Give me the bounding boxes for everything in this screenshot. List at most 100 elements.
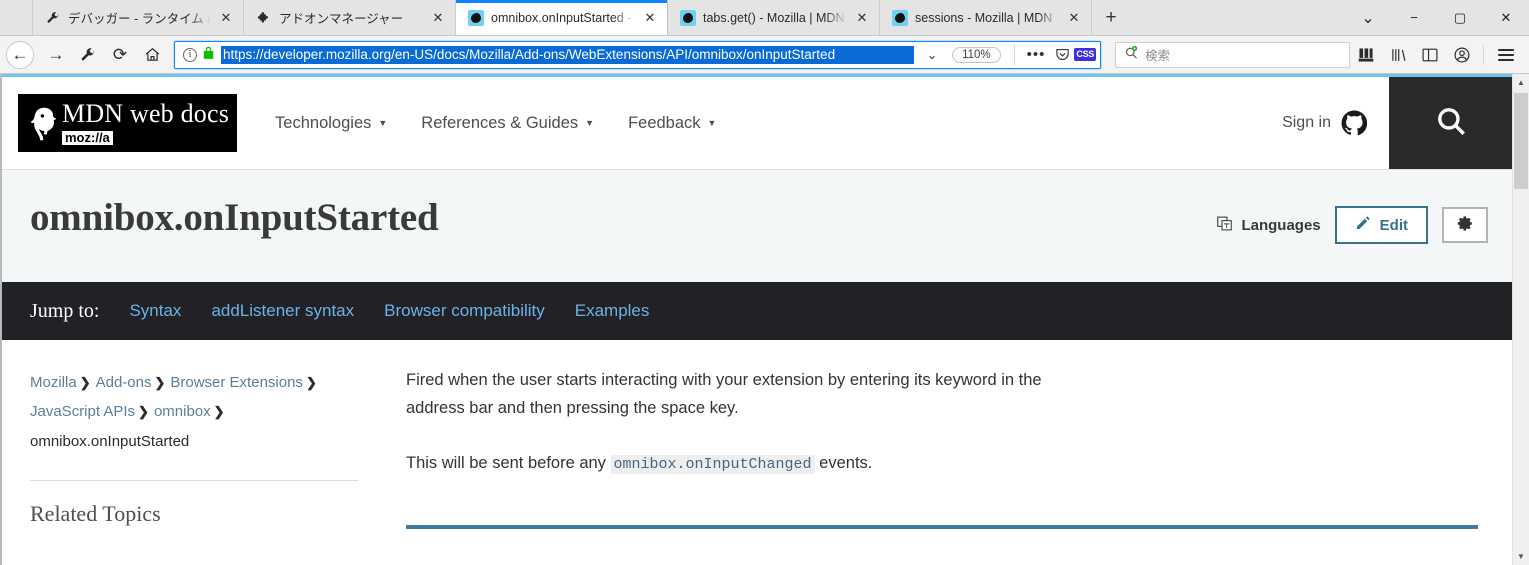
search-input[interactable]: 検索 xyxy=(1145,45,1170,64)
tab-title: デバッガー - ランタイム / this-firefox xyxy=(68,12,211,26)
browser-tab-5[interactable]: sessions - Mozilla | MDN ✕ xyxy=(880,0,1092,35)
tab-title: アドオンマネージャー xyxy=(279,12,404,26)
edit-button[interactable]: Edit xyxy=(1334,206,1428,244)
page-viewport: MDN web docs moz://a Technologies ▼ Refe… xyxy=(0,74,1529,565)
document-main-content: Fired when the user starts interacting w… xyxy=(384,340,1512,529)
breadcrumb: Mozilla ❯ Add-ons ❯ Browser Extensions ❯ Java… xyxy=(30,368,358,456)
scrollbar-track[interactable] xyxy=(1513,91,1529,548)
tab-close-button[interactable]: ✕ xyxy=(218,10,234,26)
sign-in-label: Sign in xyxy=(1282,114,1331,131)
chevron-down-icon[interactable]: ⌄ xyxy=(920,47,944,63)
tab-title: sessions - Mozilla | MDN xyxy=(915,10,1053,25)
browser-tab-1[interactable]: デバッガー - ランタイム / this-firefox ✕ xyxy=(32,0,244,35)
chevron-down-icon: ▼ xyxy=(707,118,717,128)
zoom-level-indicator[interactable]: 110% xyxy=(952,46,1001,63)
browser-tab-4[interactable]: tabs.get() - Mozilla | MDN ✕ xyxy=(668,0,880,35)
tab-title: tabs.get() - Mozilla | MDN xyxy=(703,10,845,25)
breadcrumb-item-mozilla[interactable]: Mozilla xyxy=(30,374,77,391)
paragraph-intro: Fired when the user starts interacting w… xyxy=(406,371,1042,418)
extension-badge-css[interactable]: CSS xyxy=(1074,47,1096,62)
library-icon[interactable] xyxy=(1350,40,1382,70)
nav-item-technologies[interactable]: Technologies ▼ xyxy=(275,114,387,133)
mdn-wordmark: MDN web docs moz://a xyxy=(62,98,230,146)
breadcrumb-item-browser-extensions[interactable]: Browser Extensions xyxy=(170,374,303,391)
back-button[interactable]: ← xyxy=(6,40,34,69)
firefox-icon xyxy=(680,9,696,26)
chevron-right-icon: ❯ xyxy=(138,404,149,420)
page-title: omnibox.onInputStarted xyxy=(30,196,439,239)
breadcrumb-item-add-ons[interactable]: Add-ons xyxy=(96,374,152,391)
chevron-down-icon: ▼ xyxy=(378,118,388,128)
chevron-down-icon: ▼ xyxy=(585,118,595,128)
jump-link-examples[interactable]: Examples xyxy=(575,301,650,321)
window-minimize-button[interactable]: − xyxy=(1391,0,1437,35)
breadcrumb-item-current: omnibox.onInputStarted xyxy=(30,432,190,450)
paragraph-note: This will be sent before any omnibox.onI… xyxy=(406,449,1096,478)
page-scrollbar[interactable]: ▲ ▼ xyxy=(1512,74,1529,565)
url-text[interactable]: https://developer.mozilla.org/en-US/docs… xyxy=(221,45,915,64)
paragraph-note-before: This will be sent before any xyxy=(406,453,611,472)
tab-strip-spacer xyxy=(1130,0,1345,35)
page-actions-icon[interactable]: ••• xyxy=(1022,46,1051,63)
lock-icon xyxy=(202,45,215,65)
new-tab-button[interactable]: + xyxy=(1092,0,1130,35)
mdn-logo-link[interactable]: MDN web docs moz://a xyxy=(2,77,238,169)
sidebar-icon[interactable] xyxy=(1414,40,1446,70)
home-button[interactable] xyxy=(136,40,168,70)
scroll-up-arrow-icon[interactable]: ▲ xyxy=(1513,74,1529,91)
languages-label: Languages xyxy=(1241,216,1321,234)
nav-label: References & Guides xyxy=(421,113,579,132)
page-info-icon[interactable]: i xyxy=(183,47,197,62)
search-bar[interactable]: 検索 xyxy=(1115,41,1350,68)
site-identity[interactable]: i xyxy=(183,45,215,65)
sign-in-link[interactable]: Sign in xyxy=(1282,77,1389,169)
translate-icon xyxy=(1216,215,1233,236)
chevron-right-icon: ❯ xyxy=(79,375,91,390)
chevron-right-icon: ❯ xyxy=(305,375,317,390)
breadcrumb-item-omnibox[interactable]: omnibox xyxy=(154,403,211,420)
scrollbar-thumb[interactable] xyxy=(1514,93,1528,189)
web-page: MDN web docs moz://a Technologies ▼ Refe… xyxy=(2,74,1512,565)
window-maximize-button[interactable]: ▢ xyxy=(1437,0,1483,35)
jump-link-browser-compatibility[interactable]: Browser compatibility xyxy=(384,301,545,321)
settings-button[interactable] xyxy=(1442,207,1488,243)
tab-close-button[interactable]: ✕ xyxy=(854,10,870,26)
browser-tab-2[interactable]: アドオンマネージャー ✕ xyxy=(244,0,456,35)
search-add-icon xyxy=(1124,45,1139,65)
tab-close-button[interactable]: ✕ xyxy=(1066,10,1082,26)
breadcrumb-item-javascript-apis[interactable]: JavaScript APIs xyxy=(30,403,135,420)
tab-close-button[interactable]: ✕ xyxy=(430,10,446,26)
document-sidebar: Mozilla ❯ Add-ons ❯ Browser Extensions ❯ Java… xyxy=(2,340,384,529)
browser-tab-3-active[interactable]: omnibox.onInputStarted - Moz ✕ xyxy=(456,0,668,35)
devtools-wrench-icon[interactable] xyxy=(72,40,104,70)
gear-icon xyxy=(1457,215,1474,236)
bookmarks-icon[interactable] xyxy=(1382,40,1414,70)
related-topics-heading: Related Topics xyxy=(30,500,161,526)
divider xyxy=(1483,44,1484,65)
url-actions: ⌄ 110% ••• CSS xyxy=(920,44,1096,65)
nav-label: Technologies xyxy=(275,113,372,132)
firefox-icon xyxy=(892,9,908,26)
scroll-down-arrow-icon[interactable]: ▼ xyxy=(1513,548,1529,565)
reload-button[interactable]: ⟳ xyxy=(104,40,136,70)
window-close-button[interactable]: ✕ xyxy=(1483,0,1529,35)
tab-close-button[interactable]: ✕ xyxy=(642,10,658,26)
mdn-main-nav: Technologies ▼ References & Guides ▼ Fee… xyxy=(275,77,716,169)
menu-icon[interactable] xyxy=(1489,40,1523,70)
pocket-icon[interactable] xyxy=(1052,45,1072,65)
chevron-right-icon: ❯ xyxy=(213,404,225,420)
languages-button[interactable]: Languages xyxy=(1216,215,1321,236)
list-all-tabs-button[interactable]: ⌄ xyxy=(1345,0,1391,35)
mdn-search-button[interactable] xyxy=(1389,77,1512,169)
forward-button[interactable]: → xyxy=(40,40,72,70)
account-icon[interactable] xyxy=(1446,40,1478,70)
jump-link-syntax[interactable]: Syntax xyxy=(129,301,181,321)
mdn-title: MDN web docs xyxy=(62,98,230,128)
section-divider xyxy=(406,524,1478,529)
nav-item-feedback[interactable]: Feedback ▼ xyxy=(628,114,716,133)
mdn-site-header: MDN web docs moz://a Technologies ▼ Refe… xyxy=(2,77,1512,170)
toolbar-icons xyxy=(1350,40,1523,70)
jump-link-addlistener-syntax[interactable]: addListener syntax xyxy=(211,301,354,321)
address-bar[interactable]: i https://developer.mozilla.org/en-US/do… xyxy=(174,40,1101,69)
nav-item-references-guides[interactable]: References & Guides ▼ xyxy=(421,114,594,133)
